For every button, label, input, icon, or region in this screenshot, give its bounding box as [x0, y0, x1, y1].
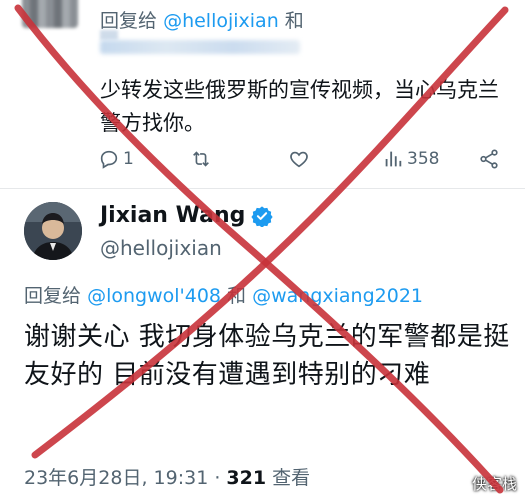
analytics-icon — [385, 151, 402, 167]
heart-icon — [290, 151, 308, 168]
watermark: 侠客栈 — [471, 475, 517, 493]
divider — [0, 188, 525, 189]
avatar[interactable] — [22, 0, 78, 28]
reply-button[interactable]: 1 — [98, 148, 134, 170]
reply-handle-link[interactable]: @longwol'408 — [87, 285, 221, 307]
verified-badge-icon — [251, 205, 274, 227]
redacted-text — [100, 30, 118, 40]
share-icon — [480, 149, 498, 169]
reply-conjunction: 和 — [227, 285, 247, 307]
author-name[interactable]: Jixian Wang — [100, 203, 245, 228]
views-stat[interactable]: 358 — [382, 148, 439, 170]
reply-handle-link[interactable]: @hellojixian — [163, 10, 279, 32]
reply-context: 回复给 @longwol'408 和 @wangxiang2021 — [24, 281, 423, 308]
person-photo — [24, 202, 82, 260]
tweet-timestamp[interactable]: 23年6月28日, 19:31 · — [24, 467, 226, 489]
reply-prefix: 回复给 — [24, 285, 82, 307]
views-count: 358 — [407, 149, 440, 169]
reply-icon — [100, 150, 118, 169]
author-handle[interactable]: @hellojixian — [100, 236, 222, 260]
retweet-icon — [193, 151, 209, 167]
tweet-text: 少转发这些俄罗斯的宣传视频，当心乌克兰警方找你。 — [100, 78, 499, 135]
reply-prefix: 回复给 — [100, 10, 158, 32]
reply-handle-link[interactable]: @wangxiang2021 — [252, 285, 423, 307]
tweet-text: 谢谢关心 我切身体验乌克兰的军警都是挺友好的 目前没有遭遇到特别的刁难 — [24, 322, 510, 390]
views-count: 321 — [226, 467, 267, 489]
tweet-actions: 1 358 — [98, 148, 503, 174]
reply-conjunction: 和 — [284, 10, 304, 32]
reply-context: 回复给 @hellojixian 和 — [100, 6, 304, 33]
retweet-button[interactable] — [190, 148, 212, 170]
author-name-row: Jixian Wang — [100, 203, 274, 228]
views-label: 查看 — [266, 467, 311, 489]
tweet-meta: 23年6月28日, 19:31 · 321 查看 — [24, 463, 310, 490]
reply-count: 1 — [123, 149, 134, 169]
share-button[interactable] — [478, 148, 500, 170]
redacted-handle — [100, 40, 300, 54]
author-avatar[interactable] — [24, 202, 82, 260]
like-button[interactable] — [288, 148, 310, 170]
